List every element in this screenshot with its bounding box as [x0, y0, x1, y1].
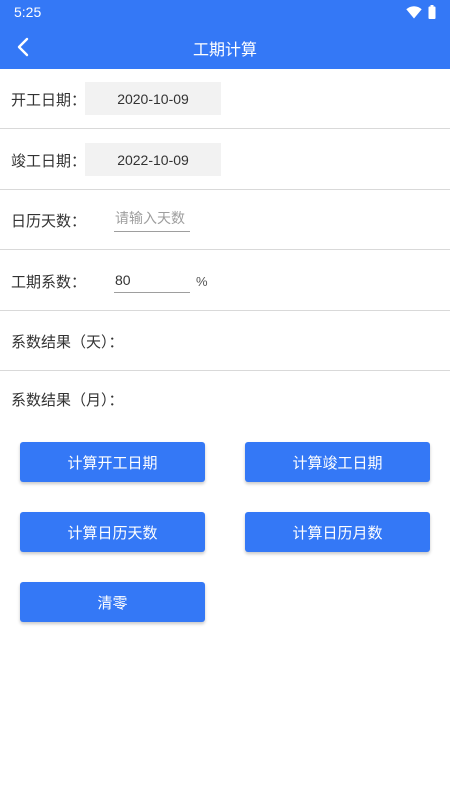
end-date-label: 竣工日期： — [11, 152, 87, 170]
app-bar: 工期计算 — [0, 24, 450, 69]
calendar-days-row: 日历天数： — [0, 190, 450, 250]
start-date-label: 开工日期： — [11, 91, 87, 109]
battery-icon — [428, 5, 436, 19]
status-time: 5:25 — [14, 4, 42, 20]
result-days-label: 系数结果（天）： — [11, 333, 124, 351]
start-date-row: 开工日期： 2020-10-09 — [0, 69, 450, 129]
calendar-days-label: 日历天数： — [11, 212, 87, 230]
status-bar: 5:25 — [0, 0, 450, 24]
result-days-row: 系数结果（天）： — [0, 311, 450, 371]
calendar-days-input[interactable] — [114, 206, 190, 232]
result-months-row: 系数结果（月）： — [0, 370, 450, 430]
result-months-label: 系数结果（月）： — [11, 391, 124, 409]
calc-calendar-days-button[interactable]: 计算日历天数 — [20, 512, 205, 552]
end-date-row: 竣工日期： 2022-10-09 — [0, 130, 450, 190]
coefficient-label: 工期系数： — [11, 273, 87, 291]
page-title: 工期计算 — [192, 40, 257, 59]
calc-calendar-months-button[interactable]: 计算日历月数 — [245, 512, 430, 552]
coefficient-input[interactable] — [114, 267, 190, 293]
clear-button[interactable]: 清零 — [20, 582, 205, 622]
calc-start-date-button[interactable]: 计算开工日期 — [20, 442, 205, 482]
percent-unit: % — [196, 274, 208, 289]
status-icons — [406, 5, 436, 19]
wifi-icon — [406, 5, 422, 18]
coefficient-row: 工期系数： % — [0, 251, 450, 311]
start-date-field[interactable]: 2020-10-09 — [85, 82, 221, 115]
calc-end-date-button[interactable]: 计算竣工日期 — [245, 442, 430, 482]
end-date-field[interactable]: 2022-10-09 — [85, 143, 221, 176]
